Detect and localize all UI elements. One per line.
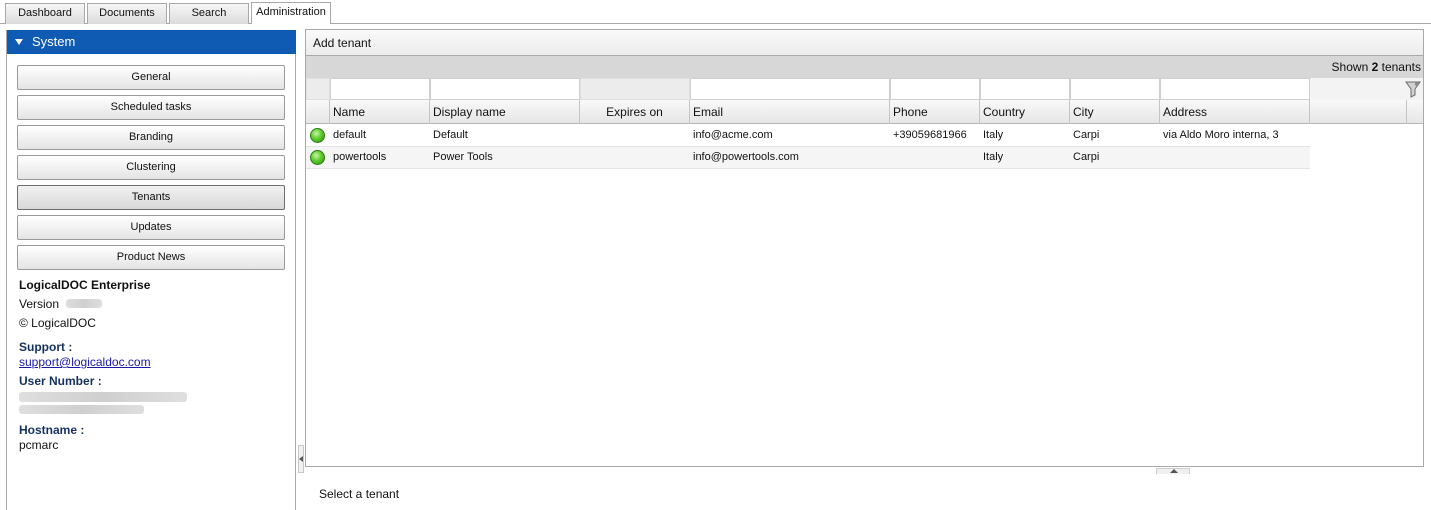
cell-expires-on [580, 125, 690, 147]
tab-search[interactable]: Search [169, 3, 249, 24]
tenants-button[interactable]: Tenants [17, 185, 285, 210]
shown-prefix: Shown [1331, 60, 1369, 74]
filter-phone-input[interactable] [890, 78, 980, 100]
clustering-button[interactable]: Clustering [17, 155, 285, 180]
version-redacted [66, 299, 102, 308]
cell-name: powertools [333, 151, 387, 163]
tenants-toolbar: Add tenant [305, 29, 1424, 56]
left-panel: System General Scheduled tasks Branding … [6, 30, 296, 510]
filter-address-input[interactable] [1160, 78, 1310, 100]
cell-display-name: Default [433, 129, 468, 141]
column-header-expires-on[interactable]: Expires on [580, 100, 690, 124]
cell-phone [890, 147, 980, 169]
column-header-status[interactable] [306, 100, 330, 124]
table-row[interactable]: powertools Power Tools info@powertools.c… [306, 147, 1310, 169]
cell-expires-on [580, 147, 690, 169]
cell-city: Carpi [1073, 151, 1100, 163]
cell-name: default [333, 129, 367, 141]
user-number-redacted-2 [19, 405, 144, 414]
user-number-label: User Number : [19, 374, 102, 388]
hostname-label: Hostname : [19, 423, 85, 437]
branding-button[interactable]: Branding [17, 125, 285, 150]
product-news-button[interactable]: Product News [17, 245, 285, 270]
column-header-spacer [1310, 100, 1407, 124]
triangle-down-icon [15, 38, 23, 45]
chevron-up-icon [1170, 469, 1178, 473]
cell-display-name: Power Tools [433, 151, 493, 163]
details-empty-message: Select a tenant [319, 487, 400, 501]
column-header-display-name[interactable]: Display name [430, 100, 580, 124]
filter-city-input[interactable] [1070, 78, 1160, 100]
copyright: © LogicalDOC [19, 316, 96, 330]
column-header-email[interactable]: Email [690, 100, 890, 124]
cell-email: info@powertools.com [693, 151, 799, 163]
enabled-status-icon [310, 128, 325, 143]
left-panel-collapse-handle[interactable] [298, 445, 304, 473]
table-row[interactable]: default Default info@acme.com +390596819… [306, 125, 1310, 147]
tab-administration[interactable]: Administration [251, 2, 331, 24]
shown-count: 2 [1371, 60, 1379, 74]
tab-documents[interactable]: Documents [87, 3, 167, 24]
product-name: LogicalDOC Enterprise [19, 278, 151, 292]
column-header-phone[interactable]: Phone [890, 100, 980, 124]
column-header-address[interactable]: Address [1160, 100, 1310, 124]
updates-button[interactable]: Updates [17, 215, 285, 240]
column-header-city[interactable]: City [1070, 100, 1160, 124]
support-email-link[interactable]: support@logicaldoc.com [19, 355, 151, 369]
shown-count-text: Shown 2 tenants [1332, 60, 1421, 74]
tab-dashboard[interactable]: Dashboard [5, 3, 85, 24]
column-header-country[interactable]: Country [980, 100, 1070, 124]
scheduled-tasks-button[interactable]: Scheduled tasks [17, 95, 285, 120]
cell-country: Italy [983, 129, 1004, 141]
cell-address: via Aldo Moro interna, 3 [1163, 129, 1279, 141]
cell-address [1160, 147, 1310, 169]
cell-phone: +39059681966 [893, 129, 967, 141]
details-splitter-handle[interactable] [1156, 468, 1190, 474]
user-number-redacted [19, 392, 187, 402]
column-header-name[interactable]: Name [330, 100, 430, 124]
cell-country: Italy [983, 151, 1004, 163]
funnel-filter-icon[interactable] [1405, 80, 1421, 98]
filter-country-input[interactable] [980, 78, 1070, 100]
cell-email: info@acme.com [693, 129, 773, 141]
general-button[interactable]: General [17, 65, 285, 90]
filter-row [306, 78, 1423, 100]
main-tabbar: Dashboard Documents Search Administratio… [0, 0, 1431, 24]
filter-cell-expires [580, 78, 690, 100]
version-label: Version [19, 297, 60, 311]
shown-suffix: tenants [1381, 60, 1421, 74]
filter-cell-status [306, 78, 330, 100]
support-label: Support : [19, 340, 73, 354]
tenants-grid: Shown 2 tenants Name Display name Expire… [305, 56, 1424, 467]
chevron-left-icon [299, 456, 303, 462]
filter-display-name-input[interactable] [430, 78, 580, 100]
enabled-status-icon [310, 150, 325, 165]
hostname-value: pcmarc [19, 438, 59, 452]
add-tenant-button[interactable]: Add tenant [313, 36, 371, 50]
system-section-header[interactable]: System [7, 30, 296, 54]
filter-email-input[interactable] [690, 78, 890, 100]
grid-header: Name Display name Expires on Email Phone… [306, 100, 1423, 124]
cell-city: Carpi [1073, 129, 1100, 141]
filter-name-input[interactable] [330, 78, 430, 100]
grid-summary-bar: Shown 2 tenants [306, 56, 1423, 78]
system-section-title: System [32, 34, 76, 49]
